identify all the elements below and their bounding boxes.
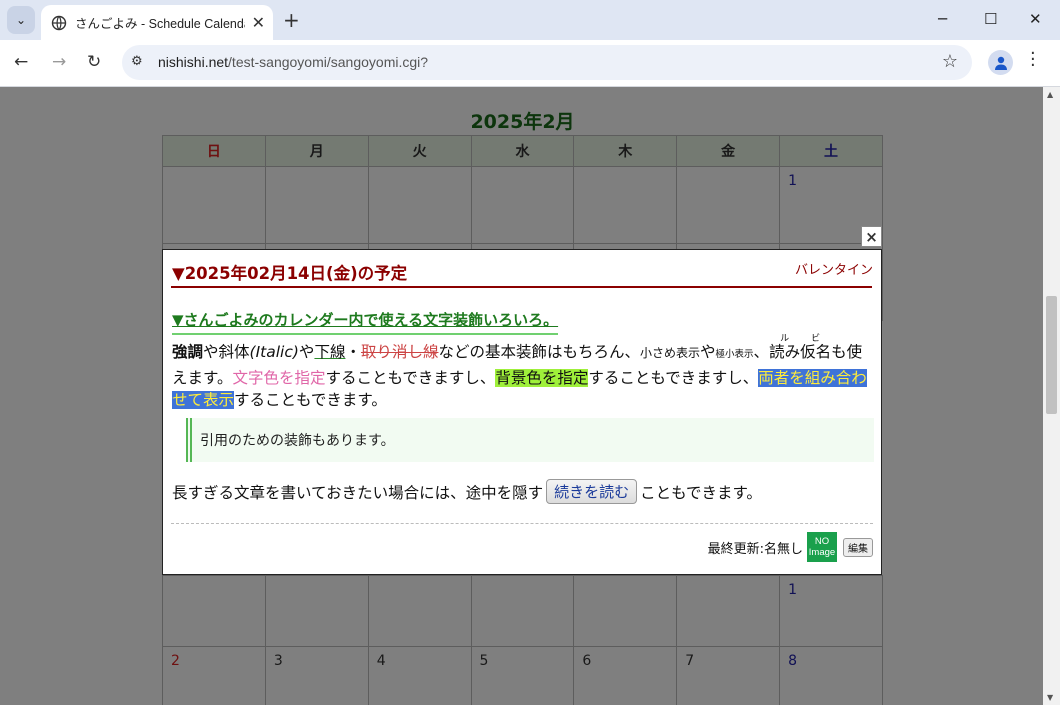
minimize-button[interactable]: ─ xyxy=(938,10,947,28)
no-image-line: NO xyxy=(814,536,830,547)
page-scrollbar[interactable]: ▲ ▼ xyxy=(1043,87,1060,705)
person-icon xyxy=(994,56,1007,70)
popup-footer: 最終更新:名無し NO Image 編集 xyxy=(708,532,873,562)
chevron-down-icon: ⌄ xyxy=(15,13,27,27)
body-fragment: や斜体 xyxy=(203,343,250,361)
tab-bar: ⌄ さんごよみ - Schedule Calendar - ✕ + ─ ☐ ✕ xyxy=(0,0,1060,40)
footer-divider xyxy=(171,523,873,524)
event-tag: バレンタイン xyxy=(794,263,873,278)
address-bar[interactable]: ⚙ nishishi.net/test-sangoyomi/sangoyomi.… xyxy=(122,45,972,80)
body-fragment: することもできますし、 xyxy=(588,368,759,387)
bookmark-star-icon[interactable]: ☆ xyxy=(942,51,958,72)
body-fragment: 、 xyxy=(753,343,770,361)
colored-text: 文字色を指定 xyxy=(232,368,326,387)
body-fragment: することもできますし、 xyxy=(325,368,496,387)
underline-text: 下線 xyxy=(314,343,346,361)
reload-button[interactable]: ↻ xyxy=(87,52,101,72)
italic-text: (Italic) xyxy=(249,343,299,361)
edit-button[interactable]: 編集 xyxy=(843,537,873,557)
popup-close-button[interactable]: × xyxy=(861,226,882,247)
site-info-icon[interactable]: ⚙ xyxy=(131,54,143,69)
url-text: nishishi.net/test-sangoyomi/sangoyomi.cg… xyxy=(158,54,429,70)
no-image-avatar: NO Image xyxy=(807,532,837,562)
quote-text: 引用のための装飾もあります。 xyxy=(200,433,395,449)
last-updated-text: 最終更新:名無し xyxy=(707,541,803,557)
no-image-line: Image xyxy=(808,547,836,558)
small-text: 小さめ表示 xyxy=(640,346,701,360)
close-window-button[interactable]: ✕ xyxy=(1029,10,1042,28)
strikethrough-text: 取り消し線 xyxy=(360,343,439,361)
read-more-button[interactable]: 続きを読む xyxy=(546,479,638,504)
tiny-text: 極小表示 xyxy=(715,349,754,360)
back-button[interactable]: ← xyxy=(14,52,28,72)
read-more-line: 長すぎる文章を書いておきたい場合には、途中を隠す 続きを読む こともできます。 xyxy=(172,479,762,504)
globe-icon xyxy=(51,15,67,30)
body-fragment: や xyxy=(298,343,315,361)
bold-text: 強調 xyxy=(172,343,204,361)
tab-close-icon[interactable]: ✕ xyxy=(252,13,265,32)
maximize-button[interactable]: ☐ xyxy=(984,10,997,28)
read-more-suffix: こともできます。 xyxy=(640,483,762,502)
heading-divider xyxy=(171,286,872,288)
browser-toolbar: ← → ↻ ⚙ nishishi.net/test-sangoyomi/sang… xyxy=(0,40,1060,87)
section-heading: ▼さんごよみのカレンダー内で使える文字装飾いろいろ。 xyxy=(172,309,559,335)
event-popup: ▼2025年02月14日(金)の予定 バレンタイン ▼さんごよみのカレンダー内で… xyxy=(162,249,882,575)
body-fragment: ・ xyxy=(345,343,361,361)
new-tab-button[interactable]: + xyxy=(283,8,300,32)
scroll-up-arrow-icon[interactable]: ▲ xyxy=(1047,90,1053,99)
quote-block: 引用のための装飾もあります。 xyxy=(186,418,874,462)
ruby-text: 読みル仮名ビ xyxy=(769,334,832,361)
tab-title: さんごよみ - Schedule Calendar - xyxy=(75,17,245,31)
profile-avatar[interactable] xyxy=(988,50,1013,75)
forward-button[interactable]: → xyxy=(52,52,66,72)
decoration-body-text: 強調や斜体(Italic)や下線・取り消し線などの基本装飾はもちろん、小さめ表示… xyxy=(172,334,874,412)
tab-search-button[interactable]: ⌄ xyxy=(7,6,35,34)
scroll-down-arrow-icon[interactable]: ▼ xyxy=(1047,693,1053,702)
body-fragment: や xyxy=(700,343,716,361)
popup-date-heading: ▼2025年02月14日(金)の予定 xyxy=(172,264,408,283)
scrollbar-thumb[interactable] xyxy=(1046,296,1057,414)
more-menu-icon[interactable]: · · · xyxy=(1030,45,1036,75)
browser-tab[interactable]: さんごよみ - Schedule Calendar - ✕ xyxy=(41,5,273,40)
body-fragment: することもできます。 xyxy=(234,391,387,409)
background-colored-text: 背景色を指定 xyxy=(495,368,589,387)
body-fragment: などの基本装飾はもちろん、 xyxy=(438,343,640,361)
read-more-prefix: 長すぎる文章を書いておきたい場合には、途中を隠す xyxy=(172,483,544,502)
